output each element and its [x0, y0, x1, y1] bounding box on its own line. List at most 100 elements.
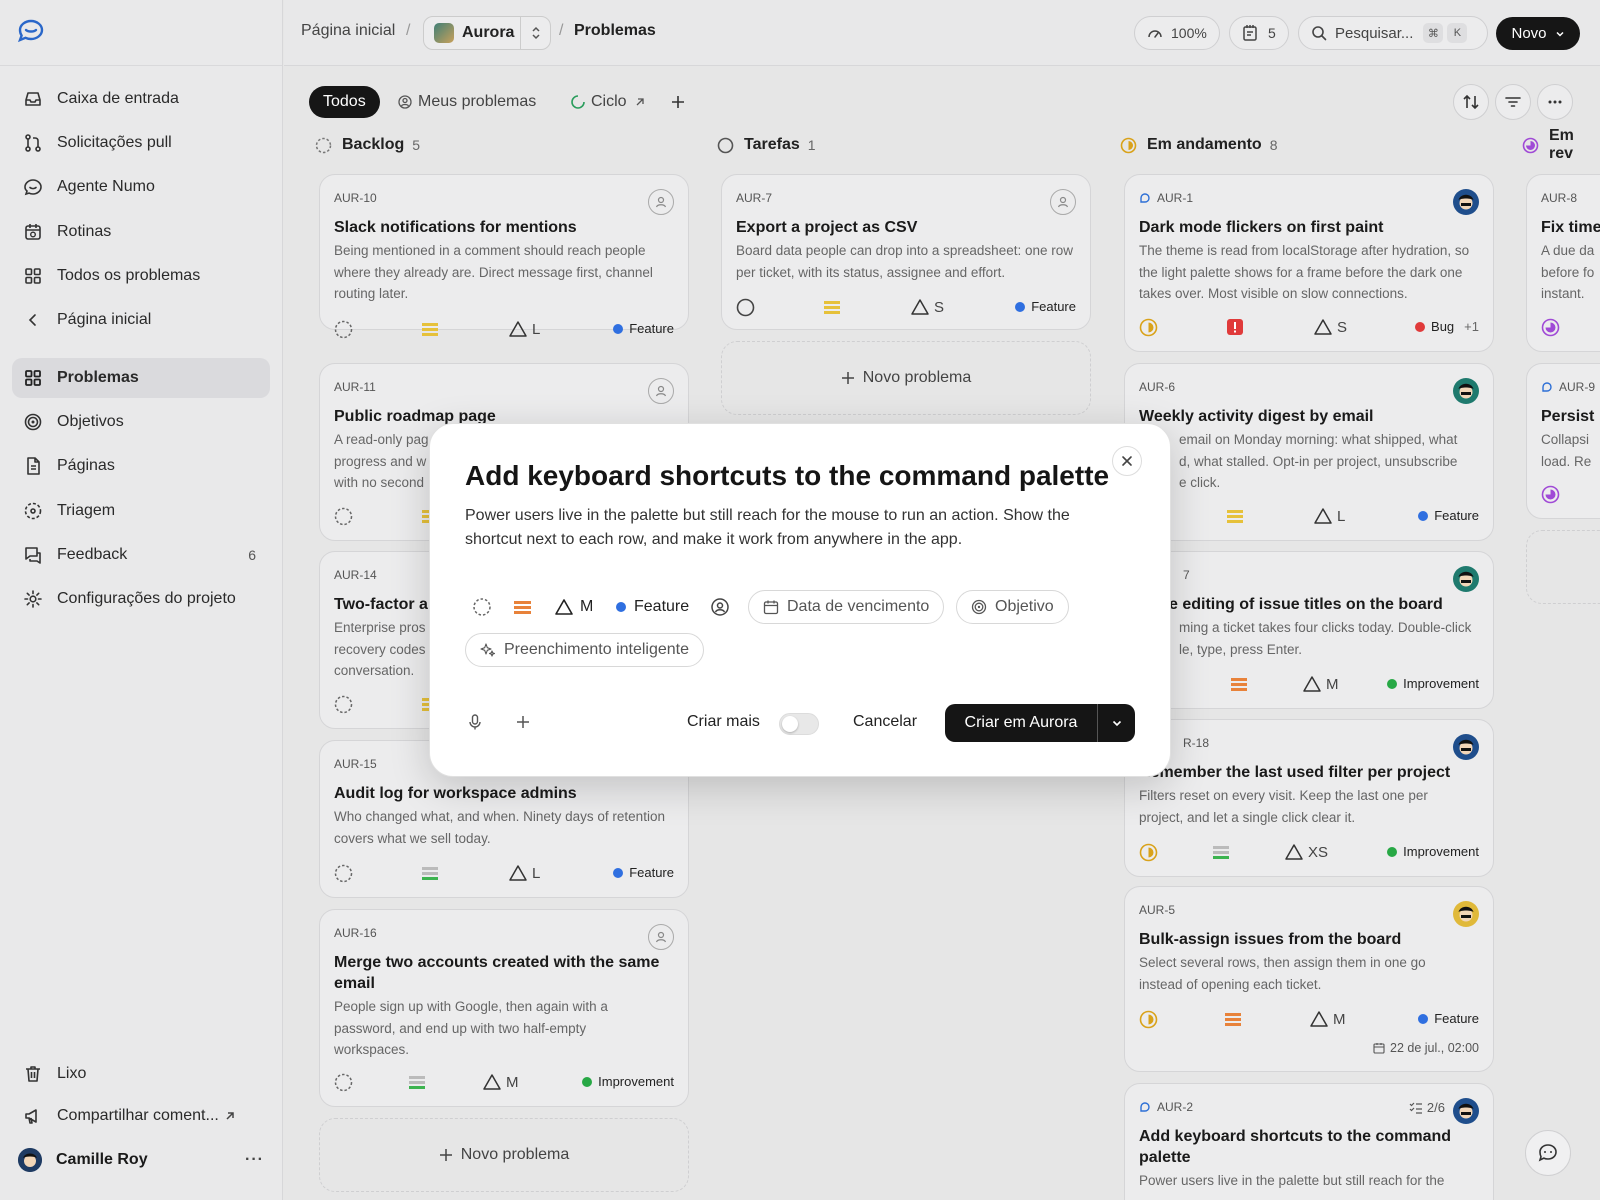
attach-plus-icon[interactable]: [512, 711, 534, 733]
issue-card[interactable]: AUR-5 Bulk-assign issues from the board …: [1124, 886, 1494, 1072]
issue-card[interactable]: AUR-10 Slack notifications for mentions …: [319, 174, 689, 339]
sidebar-item-all-issues[interactable]: Todos os problemas: [12, 256, 270, 296]
new-issue-button[interactable]: [1526, 530, 1600, 604]
unassigned-icon[interactable]: [648, 924, 674, 950]
app-logo-icon[interactable]: [16, 18, 46, 44]
priority-low-icon[interactable]: [409, 1074, 425, 1090]
assignee-avatar[interactable]: [1453, 566, 1479, 592]
close-button[interactable]: [1112, 446, 1142, 476]
project-switcher[interactable]: Aurora: [423, 16, 551, 50]
tab-all[interactable]: Todos: [309, 86, 380, 118]
estimate[interactable]: L: [508, 864, 540, 882]
assistant-button[interactable]: [1525, 1130, 1571, 1176]
subtask-count[interactable]: 2/6: [1409, 1100, 1445, 1115]
issue-type-label[interactable]: Feature: [613, 865, 674, 880]
zoom-indicator[interactable]: 100%: [1134, 16, 1220, 50]
filter-button[interactable]: [1495, 84, 1531, 120]
issue-card[interactable]: AUR-1 Dark mode flickers on first paint …: [1124, 174, 1494, 352]
sidebar-item-pages[interactable]: Páginas: [12, 446, 270, 486]
create-more-toggle[interactable]: [779, 713, 819, 735]
cancel-button[interactable]: Cancelar: [853, 713, 917, 731]
priority-medium-icon[interactable]: [422, 321, 438, 337]
new-issue-button[interactable]: Novo problema: [319, 1118, 689, 1192]
sidebar-item-triage[interactable]: Triagem: [12, 491, 270, 531]
issue-type-label[interactable]: Feature: [1015, 299, 1076, 314]
issue-type-label[interactable]: Improvement: [1387, 844, 1479, 859]
status-in-progress-icon[interactable]: [1139, 318, 1158, 337]
unassigned-icon[interactable]: [1050, 189, 1076, 215]
assignee-avatar[interactable]: [1453, 189, 1479, 215]
priority-low-icon[interactable]: [1213, 844, 1229, 860]
issue-type-label[interactable]: Feature: [613, 321, 674, 336]
status-in-progress-icon[interactable]: [1139, 843, 1158, 862]
issue-type-label[interactable]: Bug +1: [1415, 319, 1479, 334]
issue-type-label[interactable]: Improvement: [582, 1074, 674, 1089]
priority-low-icon[interactable]: [422, 865, 438, 881]
issue-type-label[interactable]: Improvement: [1387, 676, 1479, 691]
microphone-icon[interactable]: [464, 711, 486, 733]
user-menu[interactable]: Camille Roy ···: [18, 1144, 268, 1176]
status-todo-icon[interactable]: [736, 298, 755, 317]
priority-urgent-icon[interactable]: [1227, 319, 1243, 335]
assignee-avatar[interactable]: [1453, 1098, 1479, 1124]
issue-card[interactable]: AUR-2 Add keyboard shortcuts to the comm…: [1124, 1083, 1494, 1200]
estimate[interactable]: L: [1313, 507, 1345, 525]
status-picker[interactable]: [472, 590, 492, 624]
issue-card[interactable]: AUR-7 Export a project as CSV Board data…: [721, 174, 1091, 330]
sidebar-item-routines[interactable]: Rotinas: [12, 212, 270, 252]
assignee-avatar[interactable]: [1453, 901, 1479, 927]
due-date[interactable]: 22 de jul., 02:00: [1373, 1041, 1479, 1055]
estimate[interactable]: M: [482, 1073, 519, 1091]
goal-picker[interactable]: Objetivo: [956, 590, 1069, 624]
status-backlog-icon[interactable]: [334, 320, 353, 339]
estimate[interactable]: M: [1309, 1010, 1346, 1028]
estimate[interactable]: XS: [1284, 843, 1328, 861]
sort-button[interactable]: [1453, 84, 1489, 120]
due-date-picker[interactable]: Data de vencimento: [748, 590, 945, 624]
estimate[interactable]: L: [508, 320, 540, 338]
issue-card[interactable]: AUR-16 Merge two accounts created with t…: [319, 909, 689, 1107]
new-issue-button[interactable]: Novo problema: [721, 341, 1091, 415]
status-backlog-icon[interactable]: [334, 864, 353, 883]
breadcrumb-home[interactable]: Página inicial: [301, 22, 395, 40]
smart-fill-button[interactable]: Preenchimento inteligente: [465, 633, 705, 667]
create-options-button[interactable]: [1097, 704, 1135, 742]
new-button[interactable]: Novo: [1496, 17, 1580, 50]
status-in-review-icon[interactable]: [1541, 485, 1560, 504]
status-backlog-icon[interactable]: [334, 507, 353, 526]
chevron-updown-icon[interactable]: [520, 17, 550, 49]
sidebar-item-inbox[interactable]: Caixa de entrada: [12, 79, 270, 119]
priority-medium-icon[interactable]: [1227, 508, 1243, 524]
assignee-picker[interactable]: [710, 590, 730, 624]
status-in-review-icon[interactable]: [1541, 318, 1560, 337]
estimate[interactable]: S: [1313, 318, 1347, 336]
status-backlog-icon[interactable]: [334, 1073, 353, 1092]
notes-button[interactable]: 5: [1229, 16, 1289, 50]
more-icon[interactable]: ···: [245, 1151, 264, 1169]
more-options-button[interactable]: [1537, 84, 1573, 120]
sidebar-item-issues[interactable]: Problemas: [12, 358, 270, 398]
issue-card[interactable]: AUR-9 Persist Collapsi load. Re: [1526, 363, 1600, 519]
issue-type-label[interactable]: Feature: [1418, 508, 1479, 523]
estimate[interactable]: S: [910, 298, 944, 316]
tab-cycle[interactable]: Ciclo: [557, 86, 665, 118]
issue-type-label[interactable]: Feature: [1418, 1011, 1479, 1026]
priority-high-icon[interactable]: [1231, 676, 1247, 692]
issue-card[interactable]: AUR-8 Fix time A due da before fo instan…: [1526, 174, 1600, 352]
sidebar-item-project-settings[interactable]: Configurações do projeto: [12, 579, 270, 619]
search-input[interactable]: Pesquisar... ⌘ K: [1298, 16, 1488, 50]
issue-card[interactable]: AUR-6 Weekly activity digest by email em…: [1124, 363, 1494, 541]
unassigned-icon[interactable]: [648, 189, 674, 215]
sidebar-item-agent[interactable]: Agente Numo: [12, 167, 270, 207]
sidebar-item-trash[interactable]: Lixo: [12, 1054, 270, 1094]
sidebar-item-pull-requests[interactable]: Solicitações pull: [12, 123, 270, 163]
issue-card[interactable]: 7 e editing of issue titles on the board…: [1124, 551, 1494, 709]
issue-card[interactable]: R-18 Remember the last used filter per p…: [1124, 719, 1494, 877]
type-picker[interactable]: Feature: [616, 590, 689, 624]
assignee-avatar[interactable]: [1453, 734, 1479, 760]
assignee-avatar[interactable]: [1453, 378, 1479, 404]
issue-description-input[interactable]: Power users live in the palette but stil…: [465, 504, 1105, 552]
estimate[interactable]: M: [1302, 675, 1339, 693]
add-view-button[interactable]: [662, 86, 694, 118]
tab-my-issues[interactable]: Meus problemas: [384, 86, 550, 118]
